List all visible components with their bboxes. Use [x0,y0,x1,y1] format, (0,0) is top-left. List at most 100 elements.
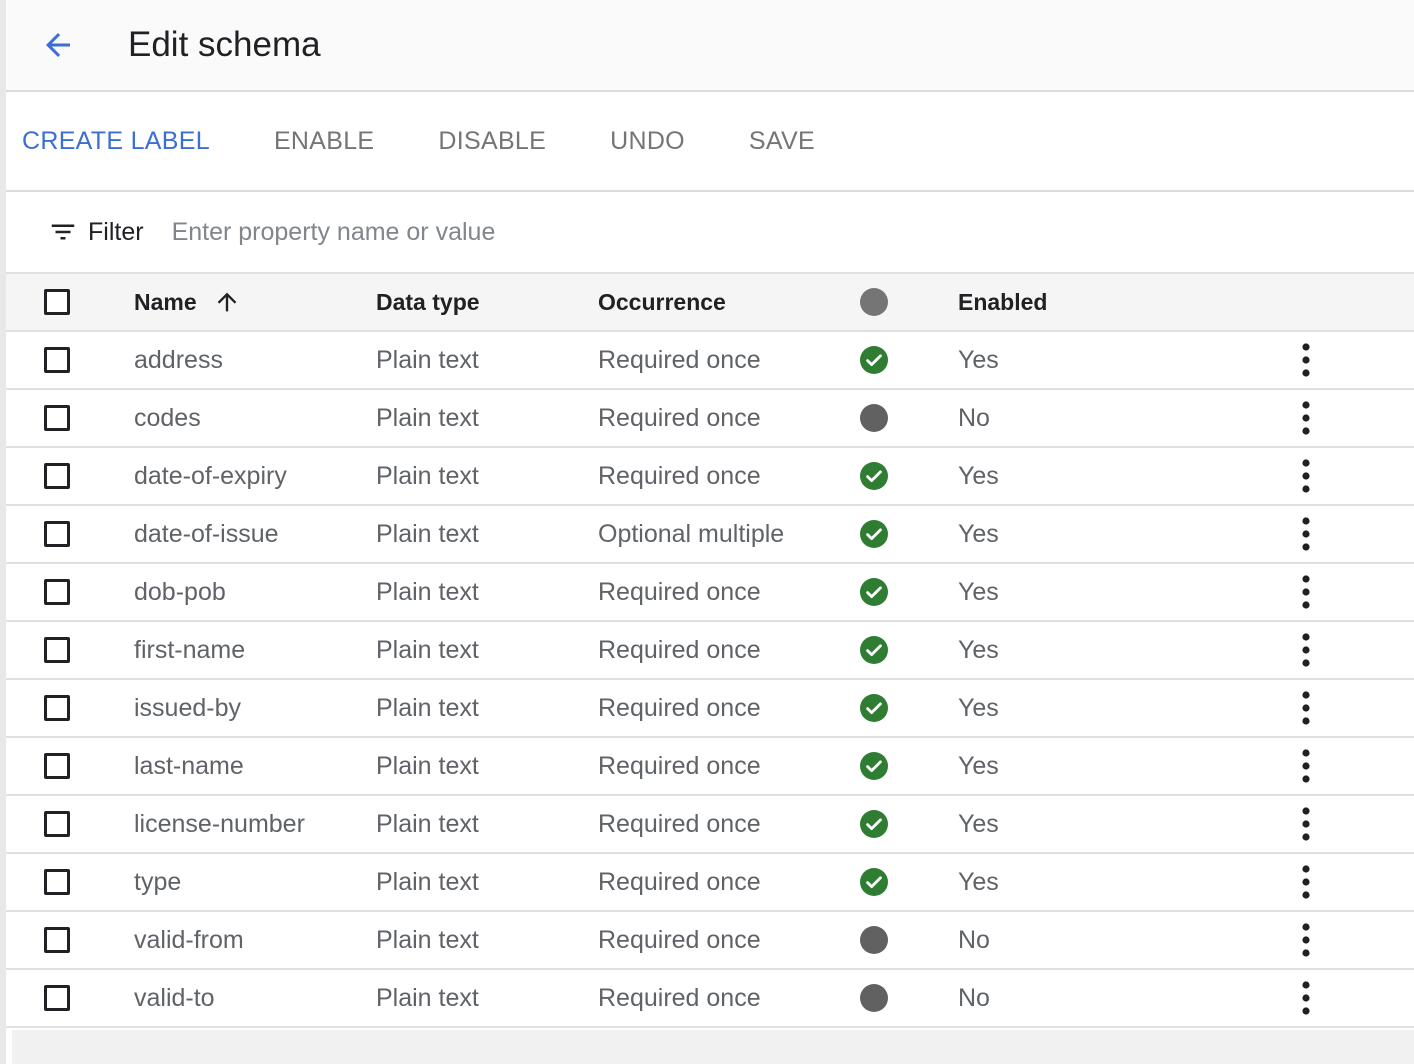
more-options-button[interactable] [1294,978,1318,1018]
row-name: type [134,867,182,896]
row-enabled: Yes [958,635,999,664]
row-name: valid-from [134,925,244,954]
more-vert-icon [1302,981,1310,1015]
row-checkbox[interactable] [44,579,70,605]
row-checkbox[interactable] [44,695,70,721]
back-button[interactable] [36,23,80,67]
more-options-button[interactable] [1294,862,1318,902]
table-row[interactable]: type Plain text Required once Yes [6,854,1414,912]
row-occurrence: Required once [598,403,761,432]
row-checkbox[interactable] [44,347,70,373]
row-checkbox[interactable] [44,753,70,779]
table-row[interactable]: codes Plain text Required once No [6,390,1414,448]
row-checkbox[interactable] [44,521,70,547]
table-row[interactable]: first-name Plain text Required once Yes [6,622,1414,680]
column-header-enabled[interactable]: Enabled [958,274,1047,330]
more-options-button[interactable] [1294,746,1318,786]
more-options-button[interactable] [1294,572,1318,612]
row-name: date-of-issue [134,519,279,548]
row-status [860,970,888,1026]
column-header-occurrence[interactable]: Occurrence [598,274,726,330]
more-options-button[interactable] [1294,688,1318,728]
row-checkbox[interactable] [44,927,70,953]
undo-button[interactable]: UNDO [610,127,717,156]
table-row[interactable]: valid-to Plain text Required once No [6,970,1414,1028]
create-label-button[interactable]: CREATE LABEL [22,127,242,156]
table-row[interactable]: issued-by Plain text Required once Yes [6,680,1414,738]
row-enabled: No [958,925,990,954]
row-data-type: Plain text [376,867,479,896]
row-data-type: Plain text [376,751,479,780]
select-all-checkbox[interactable] [44,289,70,315]
check-circle-icon [860,520,888,548]
check-circle-icon [860,578,888,606]
row-name: issued-by [134,693,241,722]
row-enabled: Yes [958,693,999,722]
table-row[interactable]: last-name Plain text Required once Yes [6,738,1414,796]
table-row[interactable]: license-number Plain text Required once … [6,796,1414,854]
filter-icon[interactable] [48,217,78,247]
row-occurrence: Required once [598,983,761,1012]
row-status [860,564,888,620]
more-vert-icon [1302,865,1310,899]
row-data-type: Plain text [376,983,479,1012]
table-row[interactable]: dob-pob Plain text Required once Yes [6,564,1414,622]
row-status [860,796,888,852]
row-enabled: No [958,983,990,1012]
row-checkbox[interactable] [44,637,70,663]
page-title: Edit schema [128,25,321,64]
table-row[interactable]: date-of-expiry Plain text Required once … [6,448,1414,506]
row-checkbox[interactable] [44,869,70,895]
row-data-type: Plain text [376,577,479,606]
row-occurrence: Optional multiple [598,519,785,548]
row-occurrence: Required once [598,693,761,722]
row-occurrence: Required once [598,751,761,780]
row-name: first-name [134,635,246,664]
more-options-button[interactable] [1294,514,1318,554]
row-status [860,506,888,562]
row-checkbox[interactable] [44,811,70,837]
column-header-data-type[interactable]: Data type [376,274,480,330]
column-header-name[interactable]: Name [134,274,241,330]
table-row[interactable]: address Plain text Required once Yes [6,332,1414,390]
row-enabled: Yes [958,519,999,548]
filter-input[interactable] [169,216,774,248]
more-options-button[interactable] [1294,340,1318,380]
row-data-type: Plain text [376,809,479,838]
row-name: address [134,345,223,374]
more-options-button[interactable] [1294,804,1318,844]
row-data-type: Plain text [376,345,479,374]
enable-button[interactable]: ENABLE [274,127,406,156]
row-occurrence: Required once [598,925,761,954]
more-vert-icon [1302,343,1310,377]
row-name: valid-to [134,983,215,1012]
row-data-type: Plain text [376,693,479,722]
row-data-type: Plain text [376,635,479,664]
row-status [860,680,888,736]
disabled-dot-icon [860,984,888,1012]
disable-button[interactable]: DISABLE [438,127,578,156]
row-enabled: Yes [958,809,999,838]
more-options-button[interactable] [1294,920,1318,960]
row-enabled: Yes [958,345,999,374]
status-dot-icon [860,288,888,316]
row-checkbox[interactable] [44,985,70,1011]
page-header: Edit schema [6,0,1414,92]
table-row[interactable]: valid-from Plain text Required once No [6,912,1414,970]
row-checkbox[interactable] [44,405,70,431]
row-checkbox[interactable] [44,463,70,489]
row-status [860,332,888,388]
disabled-dot-icon [860,404,888,432]
more-options-button[interactable] [1294,630,1318,670]
row-occurrence: Required once [598,461,761,490]
more-options-button[interactable] [1294,456,1318,496]
table-row[interactable]: date-of-issue Plain text Optional multip… [6,506,1414,564]
more-options-button[interactable] [1294,398,1318,438]
sort-ascending-icon[interactable] [213,288,241,316]
save-button[interactable]: SAVE [749,127,847,156]
row-data-type: Plain text [376,925,479,954]
row-occurrence: Required once [598,809,761,838]
row-status [860,854,888,910]
row-enabled: Yes [958,751,999,780]
row-data-type: Plain text [376,519,479,548]
